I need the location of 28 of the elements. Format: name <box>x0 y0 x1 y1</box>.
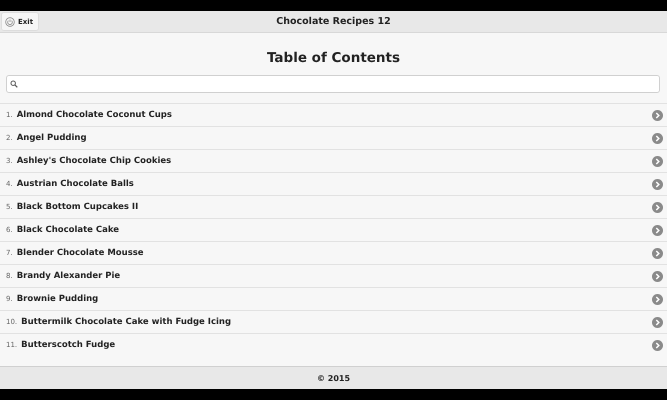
chevron-right-icon <box>652 248 663 258</box>
chevron-right-icon <box>652 178 663 190</box>
search-field[interactable] <box>6 75 660 93</box>
recipe-title: Butterscotch Fudge <box>21 340 116 350</box>
chevron-right-icon <box>652 156 663 166</box>
app-title: Chocolate Recipes 12 <box>276 16 391 27</box>
chevron-right-icon <box>652 110 663 120</box>
chevron-right-icon <box>652 340 663 350</box>
chevron-right-icon <box>652 224 663 236</box>
search-icon <box>10 80 18 88</box>
chevron-right-icon <box>652 294 663 304</box>
recipe-title: Blender Chocolate Mousse <box>16 248 145 258</box>
recipe-title: Almond Chocolate Coconut Cups <box>16 110 173 120</box>
chevron-right-icon <box>652 316 663 328</box>
recipe-title: Brandy Alexander Pie <box>16 271 122 281</box>
recipe-title: Black Chocolate Cake <box>16 225 120 235</box>
page-heading: Table of Contents <box>266 50 402 66</box>
chevron-right-icon <box>652 132 663 144</box>
copyright-footer: © 2015 <box>0 366 667 389</box>
power-icon <box>5 16 15 26</box>
recipe-title: Ashley's Chocolate Chip Cookies <box>16 156 172 166</box>
chevron-right-icon <box>652 270 663 282</box>
recipe-title: Black Bottom Cupcakes II <box>16 202 140 212</box>
recipe-title: Austrian Chocolate Balls <box>16 179 135 189</box>
recipe-title: Buttermilk Chocolate Cake with Fudge Icing <box>21 317 232 327</box>
chevron-right-icon <box>652 202 663 212</box>
recipe-title: Angel Pudding <box>16 133 88 143</box>
recipe-title: Brownie Pudding <box>16 294 100 304</box>
